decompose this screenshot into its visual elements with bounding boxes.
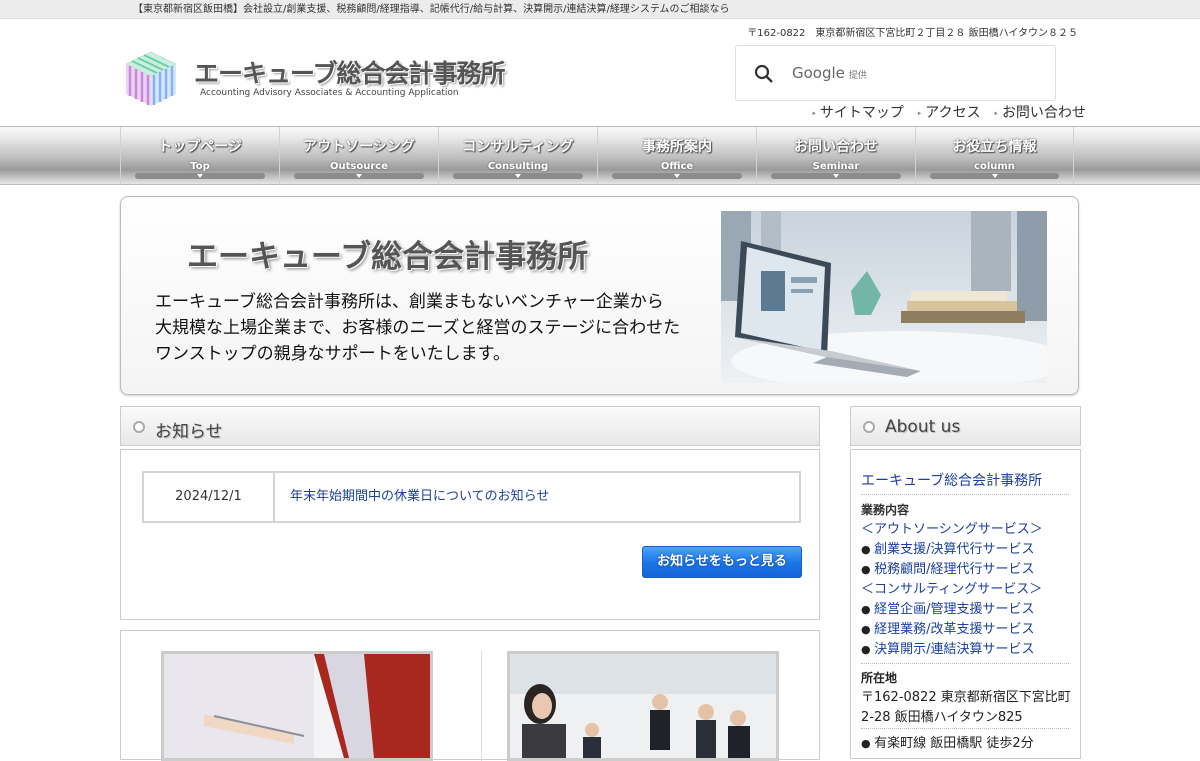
more-news-button[interactable]: お知らせをもっと見る xyxy=(642,546,802,578)
nav-item-consulting[interactable]: コンサルティング Consulting xyxy=(438,127,597,185)
triangle-down-icon xyxy=(356,174,362,178)
nav-item-seminar[interactable]: お問い合わせ Seminar xyxy=(756,127,915,185)
consulting-service-link[interactable]: ＜コンサルティングサービス＞ xyxy=(861,580,1043,600)
location-block: 所在地 〒162-0822 東京都新宿区下宮比町 2-28 飯田橋ハイタウン82… xyxy=(861,668,1071,728)
triangle-down-icon xyxy=(833,174,839,178)
service-item-link[interactable]: 税務顧問/経理代行サービス xyxy=(861,560,1043,580)
news-header: お知らせ xyxy=(120,406,820,446)
nav-label-en: Outsource xyxy=(330,161,388,172)
divider xyxy=(861,728,1069,729)
circle-bullet-icon xyxy=(133,421,145,433)
location-line: 2-28 飯田橋ハイタウン825 xyxy=(861,710,1023,725)
nav-label-en: column xyxy=(974,161,1015,172)
access-link[interactable]: アクセス xyxy=(916,105,980,121)
hero-title: エーキューブ総合会計事務所 xyxy=(187,239,589,275)
triangle-down-icon xyxy=(674,174,680,178)
hero-line: エーキューブ総合会計事務所は、創業まもないベンチャー企業から xyxy=(155,292,664,312)
about-heading: About us xyxy=(885,417,961,437)
nav-label-jp: お問い合わせ xyxy=(794,139,878,155)
service-item-link[interactable]: 創業支援/決算代行サービス xyxy=(861,540,1043,560)
hero-banner: エーキューブ総合会計事務所 エーキューブ総合会計事務所は、創業まもないベンチャー… xyxy=(120,196,1079,395)
google-search-box[interactable]: Google 提供 xyxy=(735,45,1056,101)
global-navigation: トップページ Top アウトソーシング Outsource コンサルティング C… xyxy=(0,126,1200,185)
nav-label-en: Seminar xyxy=(812,161,860,172)
nav-item-office[interactable]: 事務所案内 Office xyxy=(597,127,756,185)
services-list: 業務内容 ＜アウトソーシングサービス＞ 創業支援/決算代行サービス 税務顧問/経… xyxy=(861,500,1043,660)
nav-item-outsource[interactable]: アウトソーシング Outsource xyxy=(279,127,438,185)
feature-photos-panel xyxy=(120,630,820,761)
nav-item-top[interactable]: トップページ Top xyxy=(120,127,279,185)
hero-line: 大規模な上場企業まで、お客様のニーズと経営のステージに合わせた xyxy=(155,318,681,338)
about-header: About us xyxy=(850,406,1081,446)
search-icon xyxy=(754,64,773,83)
photo-divider xyxy=(481,651,482,761)
services-heading: 業務内容 xyxy=(861,503,910,517)
nav-label-jp: コンサルティング xyxy=(462,139,574,155)
location-heading: 所在地 xyxy=(861,671,898,685)
nav-label-en: Consulting xyxy=(487,161,549,172)
news-date: 2024/12/1 xyxy=(144,473,275,521)
about-company-link[interactable]: エーキューブ総合会計事務所 xyxy=(861,470,1042,490)
news-panel: 2024/12/1 年末年始期間中の休業日についてのお知らせ お知らせをもっと見… xyxy=(120,449,820,620)
triangle-down-icon xyxy=(197,174,203,178)
nav-label-jp: トップページ xyxy=(158,139,242,155)
location-line: 〒162-0822 東京都新宿区下宮比町 xyxy=(861,690,1071,705)
nav-label-jp: 事務所案内 xyxy=(642,139,712,155)
divider xyxy=(861,663,1069,664)
nav-label-jp: お役立ち情報 xyxy=(952,139,1037,155)
triangle-down-icon xyxy=(515,174,521,178)
news-table-row: 2024/12/1 年末年始期間中の休業日についてのお知らせ xyxy=(142,471,801,523)
business-handshake-photo[interactable] xyxy=(161,651,433,761)
nav-item-column[interactable]: お役立ち情報 column xyxy=(915,127,1074,185)
service-item-link[interactable]: 経営企画/管理支援サービス xyxy=(861,600,1043,620)
about-panel: エーキューブ総合会計事務所 業務内容 ＜アウトソーシングサービス＞ 創業支援/決… xyxy=(850,449,1081,759)
triangle-down-icon xyxy=(991,174,998,178)
news-heading: お知らせ xyxy=(155,422,223,442)
provided-by-label: 提供 xyxy=(848,71,867,81)
nav-label-en: Office xyxy=(660,161,694,172)
business-meeting-image xyxy=(510,654,776,758)
hero-description: エーキューブ総合会計事務所は、創業まもないベンチャー企業から 大規模な上場企業ま… xyxy=(155,289,680,367)
hero-line: ワンストップの親身なサポートをいたします。 xyxy=(155,344,510,364)
header-address: 〒162-0822 東京都新宿区下宮比町２丁目２８ 飯田橋ハイタウン８２５ xyxy=(747,28,1078,39)
news-item-link[interactable]: 年末年始期間中の休業日についてのお知らせ xyxy=(290,473,549,521)
cube-logo-icon xyxy=(125,51,177,106)
header-links: サイトマップ アクセス お問い合わせ xyxy=(811,102,1094,122)
logo-title: エーキューブ総合会計事務所 xyxy=(194,59,506,88)
nearest-station: 有楽町線 飯田橋駅 徒歩2分 xyxy=(861,732,1034,751)
logo-subtitle: Accounting Advisory Associates & Account… xyxy=(200,88,459,98)
service-item-link[interactable]: 経理業務/改革支援サービス xyxy=(861,620,1043,640)
divider xyxy=(861,494,1069,495)
nav-label-en: Top xyxy=(190,161,210,172)
sitemap-link[interactable]: サイトマップ xyxy=(811,105,904,121)
meeting-photo[interactable] xyxy=(507,651,779,761)
google-brand: Google xyxy=(792,64,845,82)
nav-label-jp: アウトソーシング xyxy=(303,139,415,155)
business-handshake-image xyxy=(164,654,430,758)
top-announcement-bar: 【東京都新宿区飯田橋】会社設立/創業支援、税務顧問/経理指導、記帳代行/給与計算… xyxy=(0,0,1200,19)
circle-bullet-icon xyxy=(863,421,875,433)
contact-link[interactable]: お問い合わせ xyxy=(993,105,1086,121)
hero-laptop-image xyxy=(721,211,1047,383)
service-item-link[interactable]: 決算開示/連結決算サービス xyxy=(861,640,1043,660)
outsourcing-service-link[interactable]: ＜アウトソーシングサービス＞ xyxy=(861,520,1043,540)
site-logo[interactable]: エーキューブ総合会計事務所 Accounting Advisory Associ… xyxy=(124,50,506,110)
